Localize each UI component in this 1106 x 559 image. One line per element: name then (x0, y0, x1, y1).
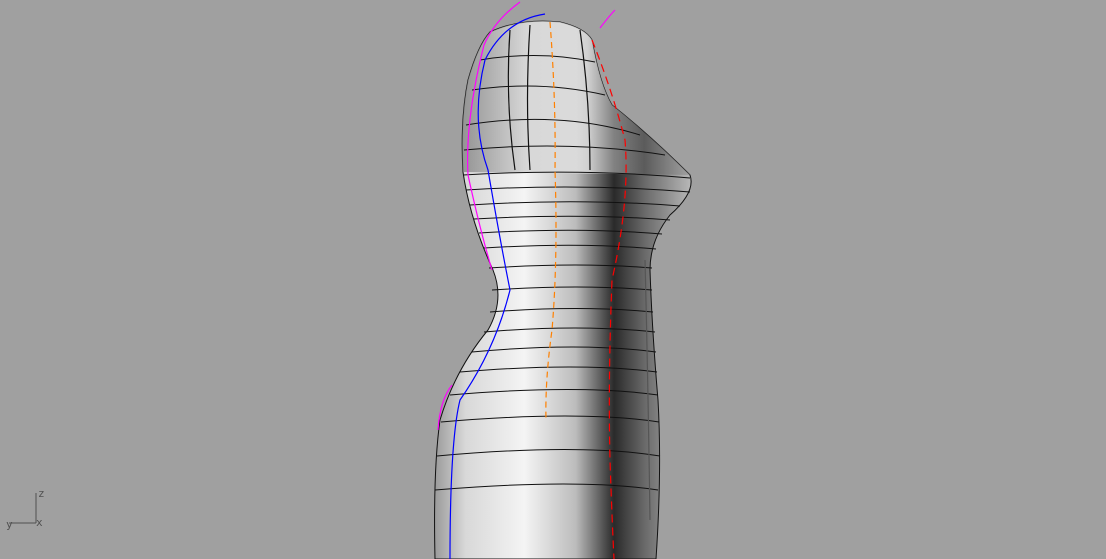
y-axis-label: y (6, 518, 13, 531)
perspective-viewport[interactable]: z y x (0, 0, 1106, 559)
z-axis-label: z (38, 487, 45, 500)
chest-surface (462, 21, 690, 175)
x-axis-label: x (36, 516, 43, 529)
world-axes-indicator: z y x (6, 487, 45, 531)
mannequin-model[interactable] (434, 1, 692, 559)
